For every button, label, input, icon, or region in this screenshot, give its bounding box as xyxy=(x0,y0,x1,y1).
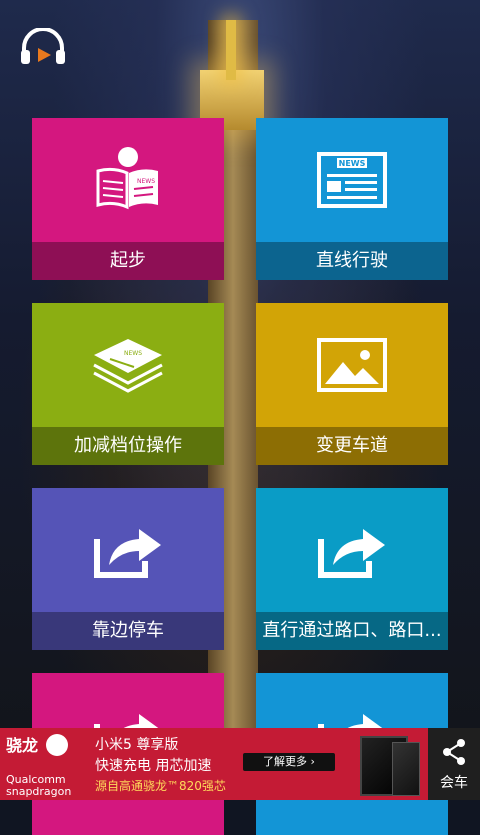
ad-tagline: 源自高通骁龙™820强芯 xyxy=(95,779,226,793)
news-text: NEWS xyxy=(124,350,142,357)
skyscraper-spire-image xyxy=(226,20,236,80)
snapdragon-logo-icon xyxy=(46,734,68,756)
ad-banner[interactable]: 骁龙 Qualcomm snapdragon 小米5 尊享版 快速充电 用芯加速… xyxy=(0,728,428,800)
tile-zhixian-xingshi[interactable]: NEWS 直线行驶 xyxy=(256,118,448,280)
headphone-audio-icon[interactable] xyxy=(18,27,68,68)
newspaper-reader-icon: NEWS xyxy=(32,118,224,242)
share-button[interactable]: 会车 xyxy=(428,728,480,800)
tile-label: 加减档位操作 xyxy=(32,427,224,465)
news-text: NEWS xyxy=(339,159,366,168)
share-arrow-icon xyxy=(256,488,448,612)
tile-label: 直行通过路口、路口... xyxy=(256,612,448,650)
tile-label: 靠边停车 xyxy=(32,612,224,650)
ad-learn-more-button[interactable]: 了解更多 › xyxy=(243,753,335,771)
newspaper-stack-icon: NEWS xyxy=(32,303,224,427)
tile-label: 起步 xyxy=(32,242,224,280)
phone-image xyxy=(392,742,420,796)
picture-icon xyxy=(256,303,448,427)
share-icon xyxy=(443,739,465,765)
ad-headline: 小米5 尊享版 xyxy=(95,737,179,753)
news-text: NEWS xyxy=(137,178,155,185)
tile-jiajian-dangwei[interactable]: NEWS 加减档位操作 xyxy=(32,303,224,465)
share-arrow-icon xyxy=(32,488,224,612)
tile-qibu[interactable]: NEWS 起步 xyxy=(32,118,224,280)
tile-zhixing-lukou[interactable]: 直行通过路口、路口... xyxy=(256,488,448,650)
news-document-icon: NEWS xyxy=(256,118,448,242)
tile-biangeng-chedao[interactable]: 变更车道 xyxy=(256,303,448,465)
tile-label: 变更车道 xyxy=(256,427,448,465)
ad-brand-sub: Qualcomm snapdragon xyxy=(6,773,72,798)
share-label: 会车 xyxy=(440,775,468,791)
tile-label: 直线行驶 xyxy=(256,242,448,280)
ad-brand: 骁龙 xyxy=(6,736,39,755)
ad-subheadline: 快速充电 用芯加速 xyxy=(95,758,212,774)
tile-kaobian-tingche[interactable]: 靠边停车 xyxy=(32,488,224,650)
